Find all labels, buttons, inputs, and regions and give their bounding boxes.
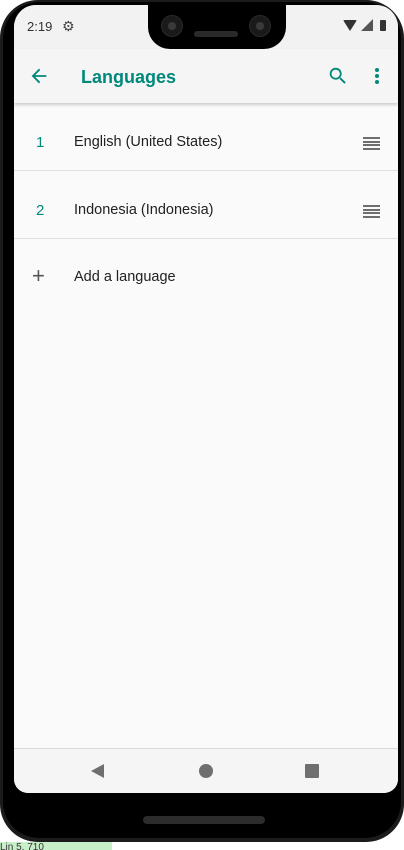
- add-language-label: Add a language: [74, 269, 176, 285]
- cell-signal-icon: [361, 19, 373, 31]
- phone-frame: 2:19 ⚙ Languages 1 English (United State…: [0, 0, 404, 842]
- phone-bezel: 2:19 ⚙ Languages 1 English (United State…: [3, 2, 401, 838]
- search-icon[interactable]: [327, 65, 349, 87]
- front-camera-icon: [249, 15, 271, 37]
- app-bar: Languages: [14, 49, 398, 103]
- language-row-indonesia[interactable]: 2 Indonesia (Indonesia): [14, 171, 398, 239]
- system-nav-bar: [14, 748, 398, 793]
- language-index: 1: [36, 134, 45, 151]
- plus-icon: +: [32, 263, 45, 288]
- screen: 2:19 ⚙ Languages 1 English (United State…: [14, 5, 398, 793]
- language-row-english[interactable]: 1 English (United States): [14, 103, 398, 171]
- arrow-back-icon[interactable]: [28, 65, 52, 87]
- language-name: Indonesia (Indonesia): [74, 202, 214, 218]
- language-name: English (United States): [74, 134, 223, 150]
- gear-icon: ⚙: [62, 18, 75, 34]
- status-icons: [343, 19, 386, 31]
- language-index: 2: [36, 202, 45, 219]
- battery-icon: [380, 19, 386, 31]
- bottom-speaker-grille: [143, 816, 265, 824]
- wifi-icon: [343, 19, 357, 31]
- page-title: Languages: [81, 67, 177, 87]
- footer-label: Lin 5, 710: [0, 842, 112, 850]
- front-camera-icon: [161, 15, 183, 37]
- nav-home-icon[interactable]: [199, 764, 213, 778]
- status-time: 2:19: [27, 19, 53, 34]
- nav-recents-icon[interactable]: [305, 764, 319, 778]
- more-vert-icon[interactable]: [370, 65, 384, 87]
- drag-handle-icon[interactable]: [363, 137, 380, 150]
- add-language-button[interactable]: + Add a language: [14, 245, 398, 309]
- camera-notch: [148, 5, 286, 49]
- nav-back-icon[interactable]: [91, 764, 104, 778]
- language-list: 1 English (United States) 2 Indonesia (I…: [14, 103, 398, 239]
- drag-handle-icon[interactable]: [363, 205, 380, 218]
- earpiece-speaker: [194, 31, 238, 37]
